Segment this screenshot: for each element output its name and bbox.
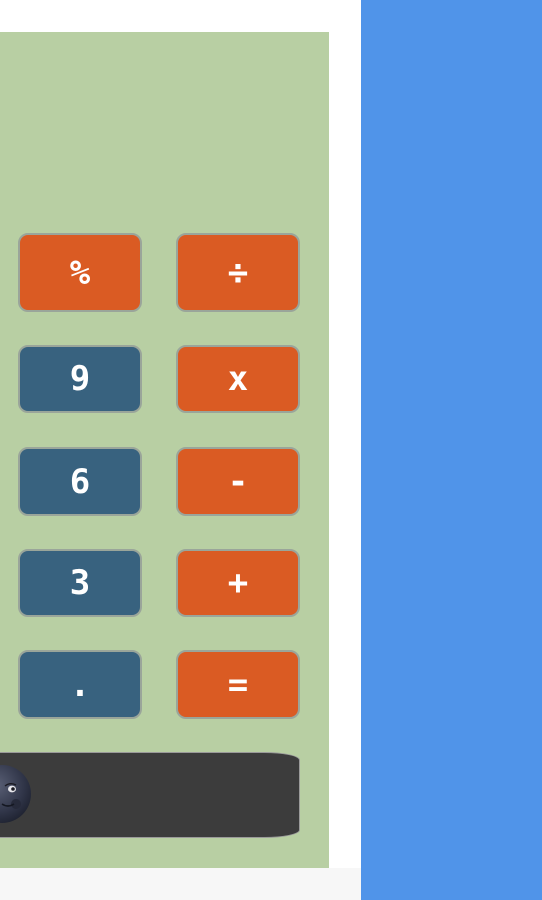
divide-button[interactable]: ÷ — [176, 233, 300, 312]
digit-6-button[interactable]: 6 — [18, 447, 142, 516]
percent-button[interactable]: % — [18, 233, 142, 312]
decimal-point-button[interactable]: . — [18, 650, 142, 719]
subtract-button[interactable]: - — [176, 447, 300, 516]
digit-9-button[interactable]: 9 — [18, 345, 142, 413]
page-footer-strip — [0, 868, 361, 900]
theme-toggle-bar[interactable] — [0, 752, 300, 838]
digit-3-button[interactable]: 3 — [18, 549, 142, 617]
multiply-button[interactable]: x — [176, 345, 300, 413]
side-panel — [361, 0, 542, 900]
equals-button[interactable]: = — [176, 650, 300, 719]
moon-face-icon[interactable] — [0, 764, 32, 824]
add-button[interactable]: + — [176, 549, 300, 617]
